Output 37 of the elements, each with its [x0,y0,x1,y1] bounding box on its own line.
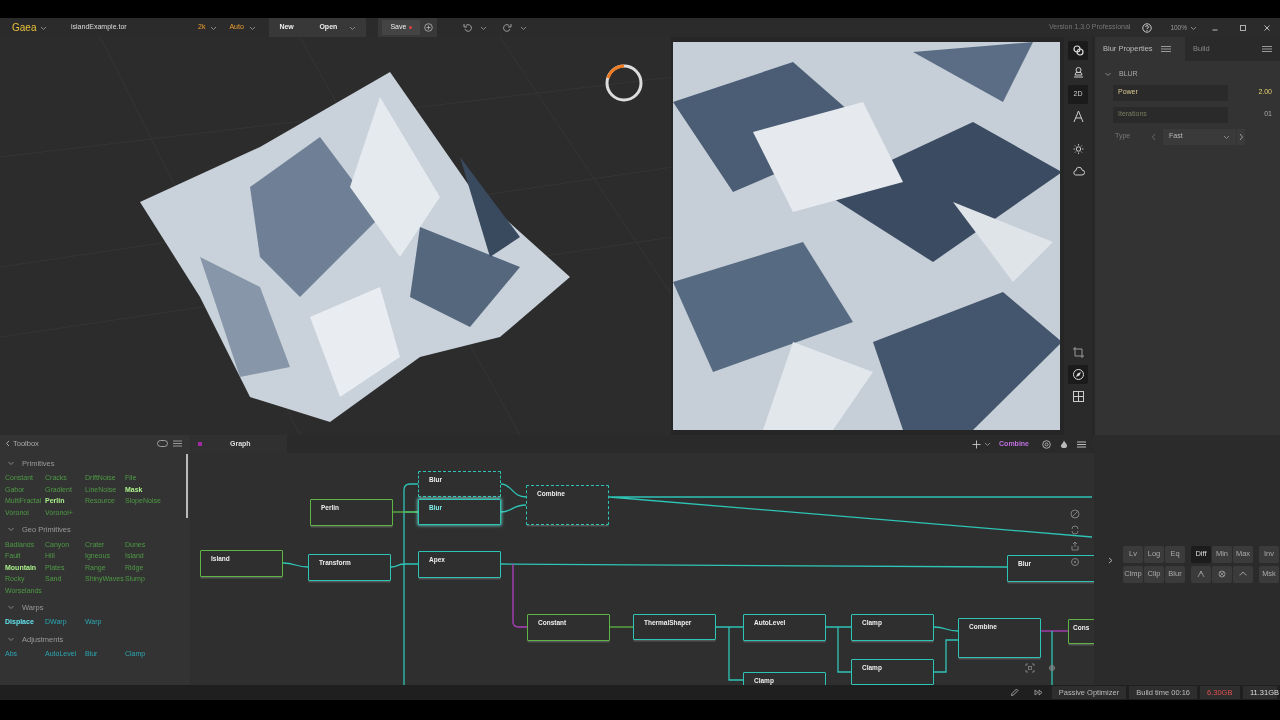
menu-icon[interactable] [1077,440,1086,448]
menu-icon[interactable] [173,440,182,447]
disable-icon[interactable] [1070,509,1080,519]
help-icon[interactable] [1142,22,1153,33]
caret-icon [1190,24,1197,31]
caret-icon [1223,133,1230,140]
redo-icon[interactable] [503,23,513,32]
close-icon[interactable] [1263,23,1271,32]
menu-icon[interactable] [1160,45,1171,53]
add-icon[interactable] [424,23,434,32]
scrollbar[interactable] [186,454,188,518]
caret-icon [349,24,357,31]
undo-icon[interactable] [463,23,473,32]
refresh-icon[interactable] [1070,525,1080,535]
chevron-right-icon[interactable] [1237,128,1245,145]
caret-icon [210,24,218,31]
menu-icon[interactable] [1262,45,1272,53]
forward-icon[interactable] [1033,688,1043,697]
caret-icon [40,24,48,31]
add-icon[interactable] [972,439,982,449]
compass-icon[interactable] [1068,365,1089,384]
app-menu[interactable]: Gaea [0,18,60,37]
caret-icon[interactable] [480,24,488,31]
peak-icon[interactable] [1191,565,1211,583]
caret-icon[interactable] [984,441,992,447]
maximize-icon[interactable] [1239,23,1247,32]
export-icon[interactable] [1070,541,1080,551]
caret-icon [248,24,256,31]
graph-icon [198,442,202,446]
target-icon[interactable] [1070,557,1080,567]
link-icon[interactable] [1068,41,1089,60]
fit-view-icon[interactable] [1025,663,1035,673]
toggle-icon[interactable] [157,440,168,447]
chevron-right-icon[interactable] [1108,556,1113,564]
chevron-left-icon [5,440,10,447]
pencil-icon[interactable] [1009,688,1019,697]
caret-icon[interactable] [520,24,528,31]
